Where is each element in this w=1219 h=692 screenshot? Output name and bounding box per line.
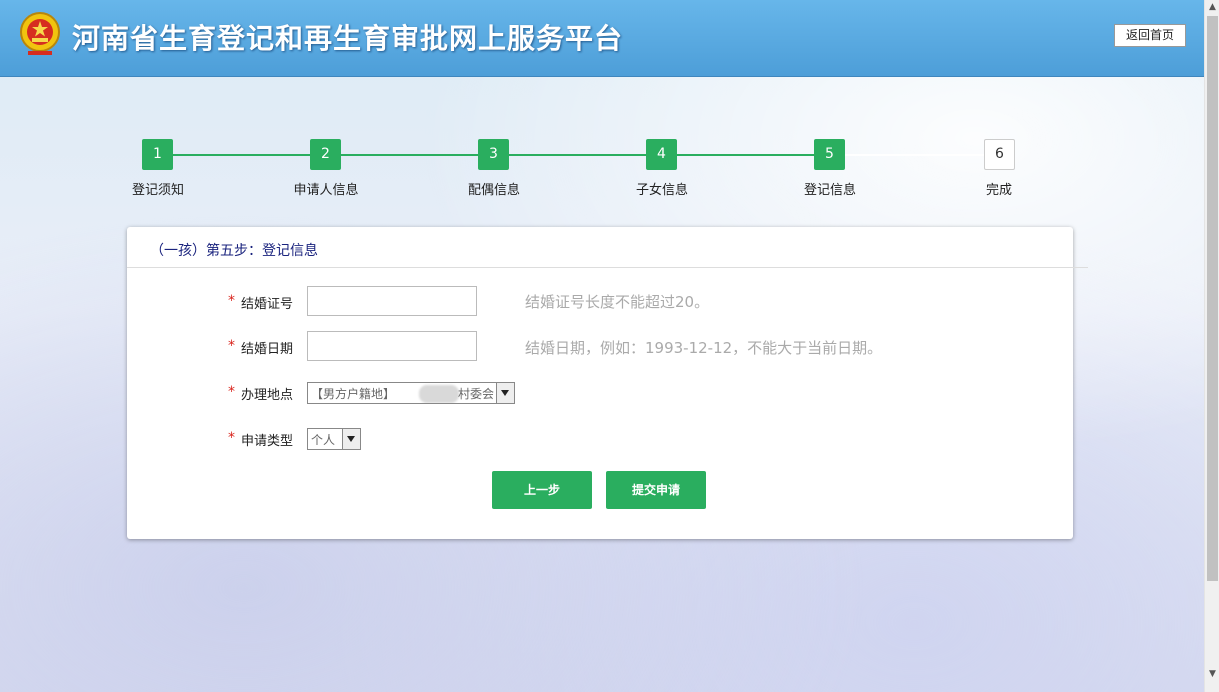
home-button[interactable]: 返回首页 xyxy=(1114,24,1186,47)
vertical-scrollbar[interactable]: ▲ ▼ xyxy=(1204,0,1219,692)
step-6-label: 完成 xyxy=(985,183,1012,198)
chevron-down-icon[interactable] xyxy=(342,429,360,449)
registration-form-panel: （一孩）第五步：登记信息 * 结婚证号 结婚证号长度不能超过20。 * 结婚日期… xyxy=(127,227,1088,539)
location-select[interactable]: 【男方户籍地】 村委会 xyxy=(307,382,515,404)
step-5-number: 5 xyxy=(814,139,845,170)
marriage-date-input[interactable] xyxy=(307,331,477,361)
step-1-number: 1 xyxy=(142,139,173,170)
step-connector xyxy=(662,154,830,156)
marriage-date-label: 结婚日期 xyxy=(241,342,294,357)
step-2-number: 2 xyxy=(310,139,341,170)
scroll-up-icon[interactable]: ▲ xyxy=(1205,0,1219,15)
divider xyxy=(127,267,1088,268)
scroll-thumb[interactable] xyxy=(1207,16,1218,581)
step-6-number: 6 xyxy=(984,139,1015,170)
marriage-date-hint: 结婚日期，例如：1993-12-12，不能大于当前日期。 xyxy=(525,339,883,357)
required-mark: * xyxy=(228,430,235,446)
prev-step-button[interactable]: 上一步 xyxy=(492,471,592,509)
required-mark: * xyxy=(228,338,235,354)
location-selected-suffix: 村委会 xyxy=(458,387,495,401)
redacted-mask xyxy=(419,385,459,403)
apply-type-select[interactable]: 个人 xyxy=(307,428,361,450)
step-connector xyxy=(326,154,494,156)
location-label: 办理地点 xyxy=(241,388,294,403)
marriage-cert-hint: 结婚证号长度不能超过20。 xyxy=(525,293,710,311)
apply-type-selected: 个人 xyxy=(311,433,336,447)
step-2-label: 申请人信息 xyxy=(293,183,359,198)
location-selected: 【男方户籍地】 xyxy=(311,387,396,401)
form-title: （一孩）第五步：登记信息 xyxy=(150,243,318,259)
step-5-label: 登记信息 xyxy=(803,183,856,198)
scroll-down-icon[interactable]: ▼ xyxy=(1205,667,1219,682)
chevron-down-icon[interactable] xyxy=(496,383,514,403)
apply-type-label: 申请类型 xyxy=(241,434,294,449)
submit-button[interactable]: 提交申请 xyxy=(606,471,706,509)
step-1-label: 登记须知 xyxy=(131,183,184,198)
site-header: 河南省生育登记和再生育审批网上服务平台 返回首页 xyxy=(0,0,1204,77)
required-mark: * xyxy=(228,293,235,309)
step-connector xyxy=(494,154,662,156)
national-emblem-icon xyxy=(20,12,60,55)
marriage-cert-label: 结婚证号 xyxy=(241,297,294,312)
required-mark: * xyxy=(228,384,235,400)
step-3-label: 配偶信息 xyxy=(467,183,520,198)
step-3-number: 3 xyxy=(478,139,509,170)
step-connector xyxy=(158,154,326,156)
marriage-cert-input[interactable] xyxy=(307,286,477,316)
step-connector xyxy=(830,154,999,156)
step-4-label: 子女信息 xyxy=(635,183,688,198)
step-4-number: 4 xyxy=(646,139,677,170)
site-title: 河南省生育登记和再生育审批网上服务平台 xyxy=(72,22,624,55)
